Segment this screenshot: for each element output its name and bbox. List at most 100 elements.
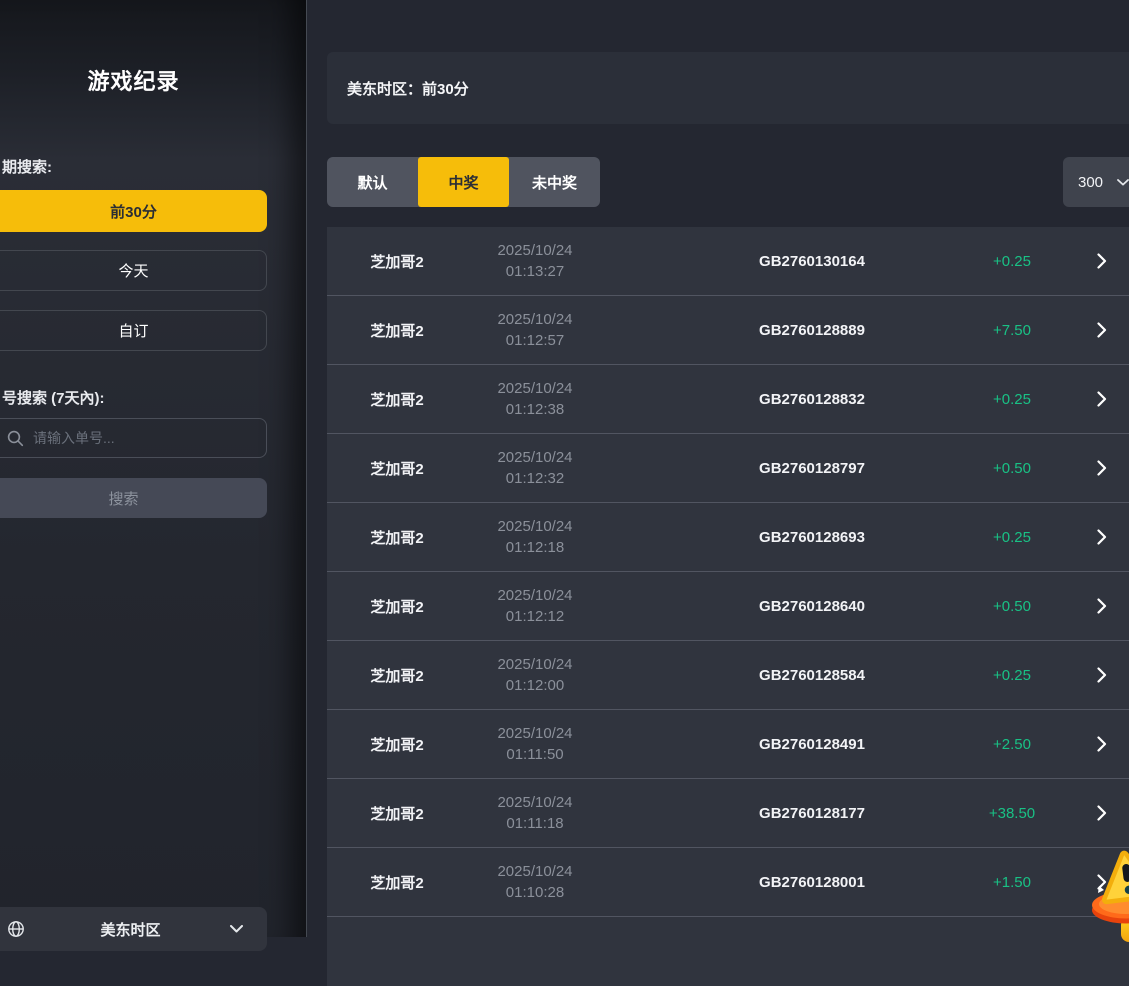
order-search-box <box>0 418 267 458</box>
row-chevron-cell <box>1089 503 1115 571</box>
chevron-right-icon[interactable] <box>1097 736 1107 752</box>
row-chevron-cell <box>1089 296 1115 364</box>
table-row[interactable]: 芝加哥2 2025/10/24 01:12:38 GB2760128832 +0… <box>327 365 1129 434</box>
filter-today-label: 今天 <box>98 260 148 281</box>
row-time: 01:12:00 <box>506 675 564 696</box>
row-win-amount: +0.50 <box>957 434 1067 502</box>
row-chevron-cell <box>1089 779 1115 847</box>
row-time: 01:11:50 <box>506 744 563 765</box>
row-date: 2025/10/24 <box>497 723 572 744</box>
row-time: 01:12:32 <box>506 468 564 489</box>
row-date: 2025/10/24 <box>497 654 572 675</box>
filter-today-button[interactable]: 今天 <box>0 250 267 291</box>
row-time: 01:10:28 <box>506 882 564 903</box>
table-row[interactable]: 芝加哥2 2025/10/24 01:12:12 GB2760128640 +0… <box>327 572 1129 641</box>
order-search-input[interactable] <box>33 430 266 446</box>
row-game-name: 芝加哥2 <box>327 296 467 364</box>
row-order-number: GB2760130164 <box>712 227 912 295</box>
filter-custom-button[interactable]: 自订 <box>0 310 267 351</box>
row-date: 2025/10/24 <box>497 447 572 468</box>
row-chevron-cell <box>1089 434 1115 502</box>
row-game-name: 芝加哥2 <box>327 641 467 709</box>
row-win-amount: +0.25 <box>957 641 1067 709</box>
sidebar: 游戏纪录 期搜索: 前30分 今天 自订 号搜索 (7天內): 搜索 美东时区 <box>0 0 307 937</box>
row-time: 01:12:18 <box>506 537 564 558</box>
row-game-name: 芝加哥2 <box>327 848 467 916</box>
table-row[interactable]: 芝加哥2 2025/10/24 01:12:18 GB2760128693 +0… <box>327 503 1129 572</box>
row-time: 01:12:38 <box>506 399 564 420</box>
row-chevron-cell <box>1089 227 1115 295</box>
row-date: 2025/10/24 <box>497 792 572 813</box>
row-date: 2025/10/24 <box>497 585 572 606</box>
row-order-number: GB2760128491 <box>712 710 912 778</box>
tab-not-won[interactable]: 未中奖 <box>509 157 600 207</box>
timezone-header-text: 美东时区：前30分 <box>347 78 469 99</box>
chevron-right-icon[interactable] <box>1097 253 1107 269</box>
chevron-right-icon[interactable] <box>1097 667 1107 683</box>
row-game-name: 芝加哥2 <box>327 503 467 571</box>
row-datetime: 2025/10/24 01:11:50 <box>467 710 603 778</box>
row-datetime: 2025/10/24 01:12:57 <box>467 296 603 364</box>
table-row[interactable]: 芝加哥2 2025/10/24 01:13:27 GB2760130164 +0… <box>327 227 1129 296</box>
row-win-amount: +7.50 <box>957 296 1067 364</box>
row-win-amount: +0.25 <box>957 503 1067 571</box>
table-row[interactable]: 芝加哥2 2025/10/24 01:12:00 GB2760128584 +0… <box>327 641 1129 710</box>
filter-last-30min-button[interactable]: 前30分 <box>0 190 267 232</box>
records-list: 芝加哥2 2025/10/24 01:13:27 GB2760130164 +0… <box>327 227 1129 986</box>
row-order-number: GB2760128889 <box>712 296 912 364</box>
row-order-number: GB2760128832 <box>712 365 912 433</box>
row-time: 01:12:12 <box>506 606 564 627</box>
row-order-number: GB2760128001 <box>712 848 912 916</box>
globe-icon <box>7 920 25 938</box>
table-row[interactable]: 芝加哥2 2025/10/24 01:10:28 GB2760128001 +1… <box>327 848 1129 917</box>
table-row[interactable]: 芝加哥2 2025/10/24 01:12:57 GB2760128889 +7… <box>327 296 1129 365</box>
table-row-partial[interactable] <box>327 917 1129 986</box>
chevron-right-icon[interactable] <box>1097 805 1107 821</box>
order-search-label: 号搜索 (7天內): <box>2 387 105 408</box>
row-chevron-cell <box>1089 365 1115 433</box>
chevron-right-icon[interactable] <box>1097 529 1107 545</box>
row-win-amount: +0.50 <box>957 572 1067 640</box>
row-win-amount: +2.50 <box>957 710 1067 778</box>
search-button-label: 搜索 <box>108 488 138 509</box>
chevron-right-icon[interactable] <box>1097 460 1107 476</box>
row-game-name: 芝加哥2 <box>327 227 467 295</box>
page-size-select[interactable]: 300 <box>1063 157 1129 207</box>
row-date: 2025/10/24 <box>497 861 572 882</box>
date-search-label: 期搜索: <box>2 156 52 177</box>
row-game-name: 芝加哥2 <box>327 434 467 502</box>
row-order-number: GB2760128177 <box>712 779 912 847</box>
tab-won[interactable]: 中奖 <box>418 157 509 207</box>
row-datetime: 2025/10/24 01:11:18 <box>467 779 603 847</box>
row-time: 01:12:57 <box>506 330 564 351</box>
table-row[interactable]: 芝加哥2 2025/10/24 01:12:32 GB2760128797 +0… <box>327 434 1129 503</box>
row-chevron-cell <box>1089 641 1115 709</box>
page-title: 游戏纪录 <box>0 64 267 96</box>
row-chevron-cell <box>1089 572 1115 640</box>
timezone-select[interactable]: 美东时区 <box>0 907 267 951</box>
chevron-down-icon <box>230 925 243 933</box>
table-row[interactable]: 芝加哥2 2025/10/24 01:11:18 GB2760128177 +3… <box>327 779 1129 848</box>
warning-icon <box>1086 846 1129 941</box>
tab-default[interactable]: 默认 <box>327 157 418 207</box>
chevron-right-icon[interactable] <box>1097 598 1107 614</box>
row-game-name: 芝加哥2 <box>327 365 467 433</box>
row-order-number: GB2760128797 <box>712 434 912 502</box>
row-datetime: 2025/10/24 01:12:00 <box>467 641 603 709</box>
timezone-header-panel: 美东时区：前30分 <box>327 52 1129 124</box>
search-button[interactable]: 搜索 <box>0 478 267 518</box>
chevron-right-icon[interactable] <box>1097 391 1107 407</box>
row-win-amount: +0.25 <box>957 227 1067 295</box>
table-row[interactable]: 芝加哥2 2025/10/24 01:11:50 GB2760128491 +2… <box>327 710 1129 779</box>
floating-warning-widget[interactable] <box>1086 846 1129 941</box>
row-win-amount: +1.50 <box>957 848 1067 916</box>
chevron-right-icon[interactable] <box>1097 322 1107 338</box>
row-date: 2025/10/24 <box>497 516 572 537</box>
row-game-name: 芝加哥2 <box>327 779 467 847</box>
row-datetime: 2025/10/24 01:12:12 <box>467 572 603 640</box>
row-order-number: GB2760128640 <box>712 572 912 640</box>
chevron-down-icon <box>1117 179 1129 186</box>
row-game-name: 芝加哥2 <box>327 572 467 640</box>
row-datetime: 2025/10/24 01:12:38 <box>467 365 603 433</box>
search-icon <box>7 430 24 447</box>
